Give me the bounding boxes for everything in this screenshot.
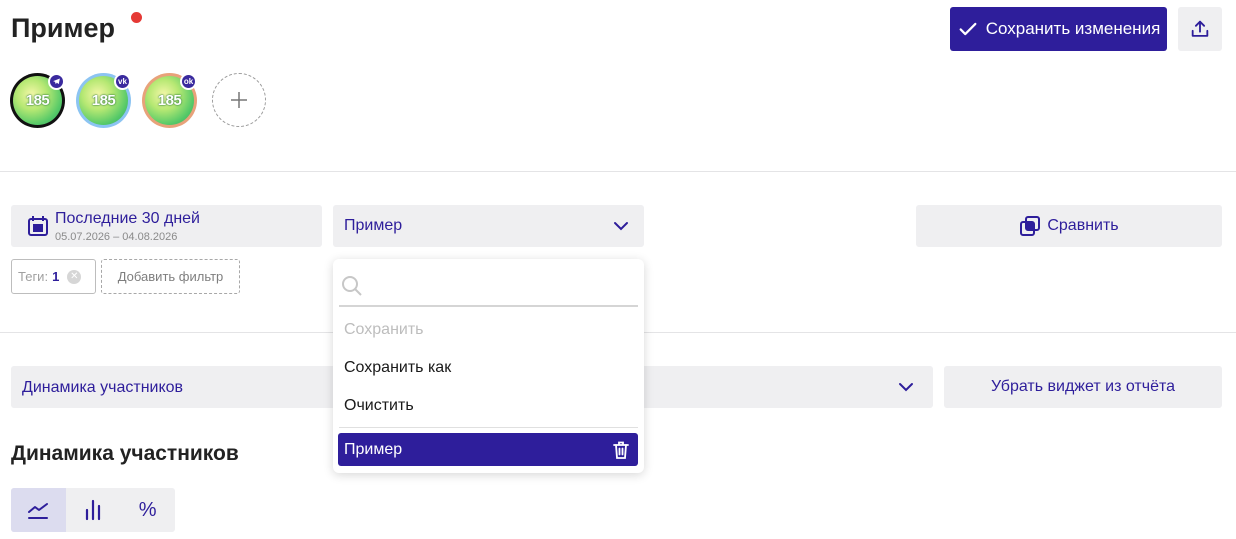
compare-button[interactable]: Сравнить <box>916 205 1222 247</box>
channel-avatar-ok[interactable]: 185 ok <box>142 73 197 128</box>
bar-chart-icon <box>85 499 101 521</box>
bar-chart-mode[interactable] <box>66 488 121 532</box>
line-chart-icon <box>28 503 49 519</box>
tag-filter-chip[interactable]: Теги: 1 ✕ <box>11 259 96 294</box>
trash-icon[interactable] <box>612 440 630 460</box>
add-channel-button[interactable] <box>212 73 266 127</box>
preset-dropdown-menu: Сохранить Сохранить как Очистить Пример <box>333 259 644 473</box>
avatar-label: 185 <box>157 92 182 109</box>
date-range-value: 05.07.2026 – 04.08.2026 <box>55 231 178 243</box>
compare-icon <box>1020 216 1041 236</box>
dropdown-item-clear[interactable]: Очистить <box>344 397 414 415</box>
ok-icon: ok <box>180 73 197 90</box>
dropdown-item-selected[interactable]: Пример <box>338 433 638 466</box>
line-chart-mode[interactable] <box>11 488 66 532</box>
export-button[interactable] <box>1178 7 1222 51</box>
page-title: Пример <box>11 13 115 43</box>
chart-mode-toggle: % <box>11 488 175 532</box>
plus-icon <box>231 92 247 108</box>
chevron-down-icon <box>899 383 913 392</box>
preset-value: Пример <box>344 217 403 234</box>
channel-avatar-vk[interactable]: 185 vk <box>76 73 131 128</box>
unsaved-indicator <box>131 12 142 23</box>
save-changes-label: Сохранить изменения <box>985 19 1161 38</box>
date-range-label: Последние 30 дней <box>55 210 200 227</box>
tag-filter-count: 1 <box>52 269 60 284</box>
check-icon <box>959 22 977 36</box>
dropdown-selected-label: Пример <box>344 440 403 458</box>
widget-select-value: Динамика участников <box>22 379 184 396</box>
chevron-down-icon <box>614 222 628 231</box>
compare-label: Сравнить <box>1047 217 1119 234</box>
close-icon[interactable]: ✕ <box>67 269 82 284</box>
dropdown-item-save-as[interactable]: Сохранить как <box>344 359 451 377</box>
telegram-icon <box>48 73 65 90</box>
upload-icon <box>1191 20 1209 37</box>
dropdown-item-save: Сохранить <box>344 321 424 338</box>
add-filter-button[interactable]: Добавить фильтр <box>101 259 240 294</box>
tag-filter-label: Теги: <box>18 269 49 284</box>
dropdown-divider <box>339 427 638 428</box>
divider <box>0 171 1236 172</box>
avatar-label: 185 <box>91 92 116 109</box>
search-icon <box>342 276 362 296</box>
percent-mode[interactable]: % <box>120 488 175 532</box>
save-changes-button[interactable]: Сохранить изменения <box>950 7 1167 51</box>
percent-icon: % <box>138 498 157 521</box>
remove-widget-button[interactable]: Убрать виджет из отчёта <box>944 366 1222 408</box>
channel-avatar-telegram[interactable]: 185 <box>10 73 65 128</box>
vk-icon: vk <box>114 73 131 90</box>
calendar-icon <box>28 216 48 236</box>
avatar-label: 185 <box>25 92 50 109</box>
preset-select[interactable]: Пример <box>333 205 644 247</box>
date-range-picker[interactable]: Последние 30 дней 05.07.2026 – 04.08.202… <box>11 205 322 247</box>
dropdown-search[interactable] <box>339 269 638 307</box>
section-title: Динамика участников <box>11 442 239 465</box>
